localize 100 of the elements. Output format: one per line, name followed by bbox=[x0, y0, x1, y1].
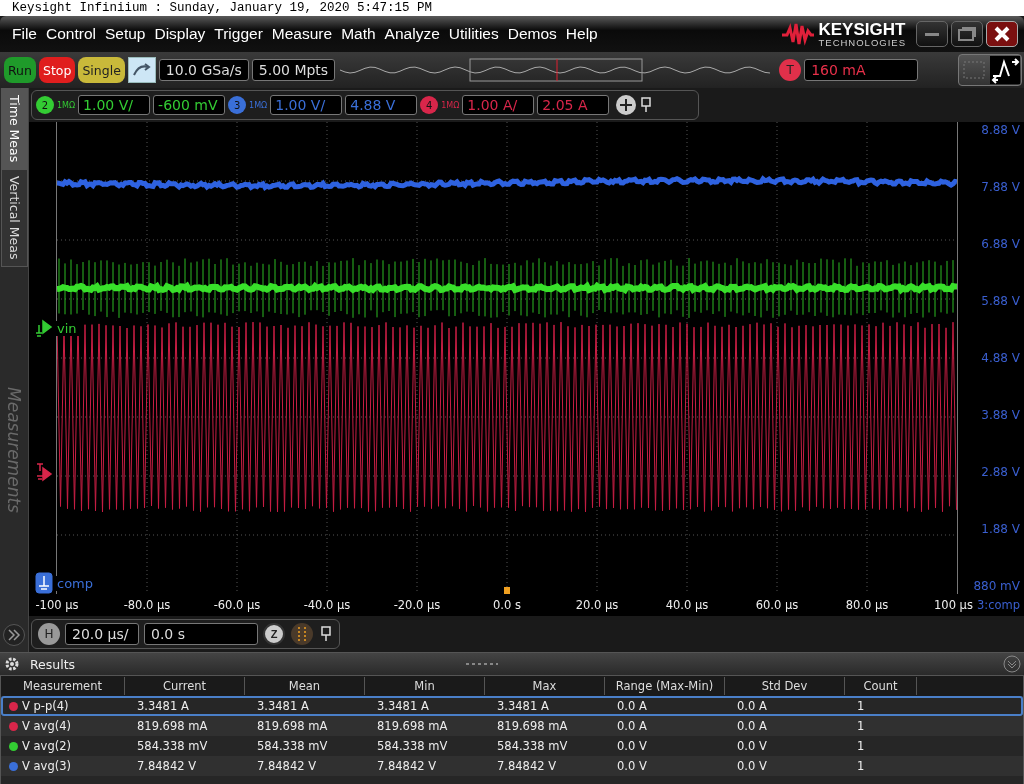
menu-item[interactable]: Analyze bbox=[384, 25, 440, 43]
sample-rate-field[interactable]: 10.0 GSa/s bbox=[158, 59, 249, 81]
channel-offset-field[interactable]: -600 mV bbox=[153, 95, 226, 115]
x-axis-label: 100 µs bbox=[934, 598, 973, 612]
minimize-icon bbox=[925, 32, 939, 36]
mode-button[interactable] bbox=[958, 54, 1022, 86]
sidebar-tab[interactable]: Time Meas bbox=[0, 88, 28, 170]
table-cell: 7.84842 V bbox=[497, 759, 557, 773]
y-axis-label: 5.88 V bbox=[981, 293, 1020, 309]
table-cell: 3.3481 A bbox=[257, 699, 309, 713]
menu-item[interactable]: Demos bbox=[507, 25, 557, 43]
minimize-button[interactable] bbox=[916, 21, 948, 47]
channel-offset-field[interactable]: 4.88 V bbox=[345, 95, 418, 115]
impedance-label: 1MΩ bbox=[441, 100, 460, 110]
y-axis-label: 1.88 V bbox=[981, 521, 1020, 537]
autoscale-button[interactable] bbox=[127, 57, 156, 83]
trigger-level-field[interactable]: 160 mA bbox=[804, 59, 919, 81]
column-header[interactable]: Count bbox=[845, 677, 917, 695]
table-cell: 7.84842 V bbox=[377, 759, 437, 773]
menu-item[interactable]: Help bbox=[565, 25, 598, 43]
table-cell: 0.0 V bbox=[617, 739, 647, 753]
result-row[interactable]: V avg(4) 819.698 mA 819.698 mA 819.698 mA 819.698 mA 0.0 A 0.0 A 1 bbox=[1, 716, 1023, 736]
table-cell: 3.3481 A bbox=[497, 699, 549, 713]
menu-item[interactable]: Trigger bbox=[214, 25, 263, 43]
time-scale-field[interactable]: 20.0 µs/ bbox=[65, 623, 139, 645]
menu-item[interactable]: Display bbox=[154, 25, 206, 43]
y-axis-label: 880 mV bbox=[973, 578, 1020, 594]
drag-handle-icon[interactable] bbox=[465, 662, 500, 666]
menu-item[interactable]: Measure bbox=[271, 25, 333, 43]
x-axis-label: -60.0 µs bbox=[212, 598, 262, 612]
window-title: Keysight Infiniium : Sunday, January 19, 2020 5:47:15 PM bbox=[0, 0, 1024, 16]
collapse-icon[interactable] bbox=[1003, 655, 1021, 673]
column-header[interactable]: Measurement bbox=[1, 677, 125, 695]
table-cell: 7.84842 V bbox=[137, 759, 197, 773]
y-axis-label: 4.88 V bbox=[981, 350, 1020, 366]
menu-item[interactable]: File bbox=[12, 25, 37, 43]
x-axis-label: 0.0 s bbox=[492, 598, 522, 612]
menu-item[interactable]: Setup bbox=[104, 25, 146, 43]
channel-scale-field[interactable]: 1.00 A/ bbox=[462, 95, 535, 115]
table-cell: 1 bbox=[857, 699, 865, 713]
x-axis-label: -20.0 µs bbox=[392, 598, 442, 612]
result-row[interactable]: V avg(2) 584.338 mV 584.338 mV 584.338 mV 584.338 mV 0.0 V 0.0 V 1 bbox=[1, 736, 1023, 756]
marker-lines-icon[interactable] bbox=[290, 622, 314, 646]
add-channel-button[interactable] bbox=[616, 95, 637, 115]
menu-item[interactable]: Control bbox=[46, 25, 96, 43]
impedance-label: 1MΩ bbox=[57, 100, 76, 110]
logo-subtitle: TECHNOLOGIES bbox=[818, 37, 906, 48]
result-row[interactable]: V avg(3) 7.84842 V 7.84842 V 7.84842 V 7.84842 V 0.0 V 0.0 V 1 bbox=[1, 756, 1023, 776]
trigger-badge[interactable]: T bbox=[779, 59, 802, 81]
column-header[interactable]: Current bbox=[125, 677, 245, 695]
ground-marker-icon[interactable] bbox=[35, 572, 53, 594]
column-header[interactable]: Mean bbox=[245, 677, 365, 695]
result-row[interactable]: V p-p(4) 3.3481 A 3.3481 A 3.3481 A 3.3481 A 0.0 A 0.0 A 1 bbox=[1, 696, 1023, 716]
x-axis-label: 80.0 µs bbox=[844, 598, 890, 612]
table-cell: 584.338 mV bbox=[497, 739, 568, 753]
channel-offset-field[interactable]: 2.05 A bbox=[537, 95, 610, 115]
table-cell: 584.338 mV bbox=[137, 739, 208, 753]
restore-button[interactable] bbox=[951, 21, 983, 47]
horizontal-badge[interactable]: H bbox=[38, 623, 60, 645]
pin-icon[interactable] bbox=[319, 626, 333, 642]
table-cell: V p-p(4) bbox=[22, 699, 69, 713]
close-button[interactable] bbox=[986, 21, 1018, 47]
acquisition-button[interactable]: Run bbox=[4, 57, 36, 83]
expand-button[interactable] bbox=[3, 624, 25, 646]
pin-icon[interactable] bbox=[639, 97, 654, 113]
table-cell: 0.0 A bbox=[737, 719, 767, 733]
restore-icon bbox=[958, 27, 976, 41]
channel-scale-field[interactable]: 1.00 V/ bbox=[78, 95, 151, 115]
column-header[interactable]: Max bbox=[485, 677, 605, 695]
time-position-field[interactable]: 0.0 s bbox=[144, 623, 258, 645]
x-axis-label: -100 µs bbox=[34, 598, 80, 612]
menu-item[interactable]: Utilities bbox=[448, 25, 499, 43]
ground-marker-icon[interactable] bbox=[35, 317, 53, 339]
channel-badge[interactable]: 4 bbox=[420, 96, 439, 114]
table-cell: 0.0 A bbox=[617, 719, 647, 733]
acquisition-button[interactable]: Stop bbox=[38, 57, 76, 83]
table-cell: 0.0 V bbox=[737, 759, 767, 773]
panel-title: Measurements bbox=[4, 386, 24, 513]
channel-badge[interactable]: 2 bbox=[36, 96, 54, 114]
table-cell: 3.3481 A bbox=[137, 699, 189, 713]
waveform-mode-icon bbox=[960, 56, 1020, 84]
zoom-button[interactable]: Z bbox=[263, 623, 285, 645]
table-cell: V avg(4) bbox=[22, 719, 71, 733]
settings-icon[interactable] bbox=[4, 656, 20, 672]
x-axis-label: -80.0 µs bbox=[122, 598, 172, 612]
plus-icon bbox=[619, 98, 634, 112]
axis-source-label: 3:comp bbox=[976, 598, 1020, 612]
y-axis-label: 7.88 V bbox=[981, 179, 1020, 195]
sidebar-tab[interactable]: Vertical Meas bbox=[0, 169, 28, 267]
trigger-marker-icon[interactable] bbox=[35, 462, 53, 484]
column-header[interactable]: Std Dev bbox=[725, 677, 845, 695]
table-cell: 0.0 V bbox=[617, 759, 647, 773]
column-header[interactable]: Min bbox=[365, 677, 485, 695]
channel-scale-field[interactable]: 1.00 V/ bbox=[270, 95, 343, 115]
menu-item[interactable]: Math bbox=[341, 25, 376, 43]
acquisition-button[interactable]: Single bbox=[78, 57, 125, 83]
memory-depth-field[interactable]: 5.00 Mpts bbox=[251, 59, 336, 81]
column-header[interactable]: Range (Max-Min) bbox=[605, 677, 725, 695]
channel-badge[interactable]: 3 bbox=[228, 96, 247, 114]
logo-wave-icon bbox=[780, 22, 815, 46]
